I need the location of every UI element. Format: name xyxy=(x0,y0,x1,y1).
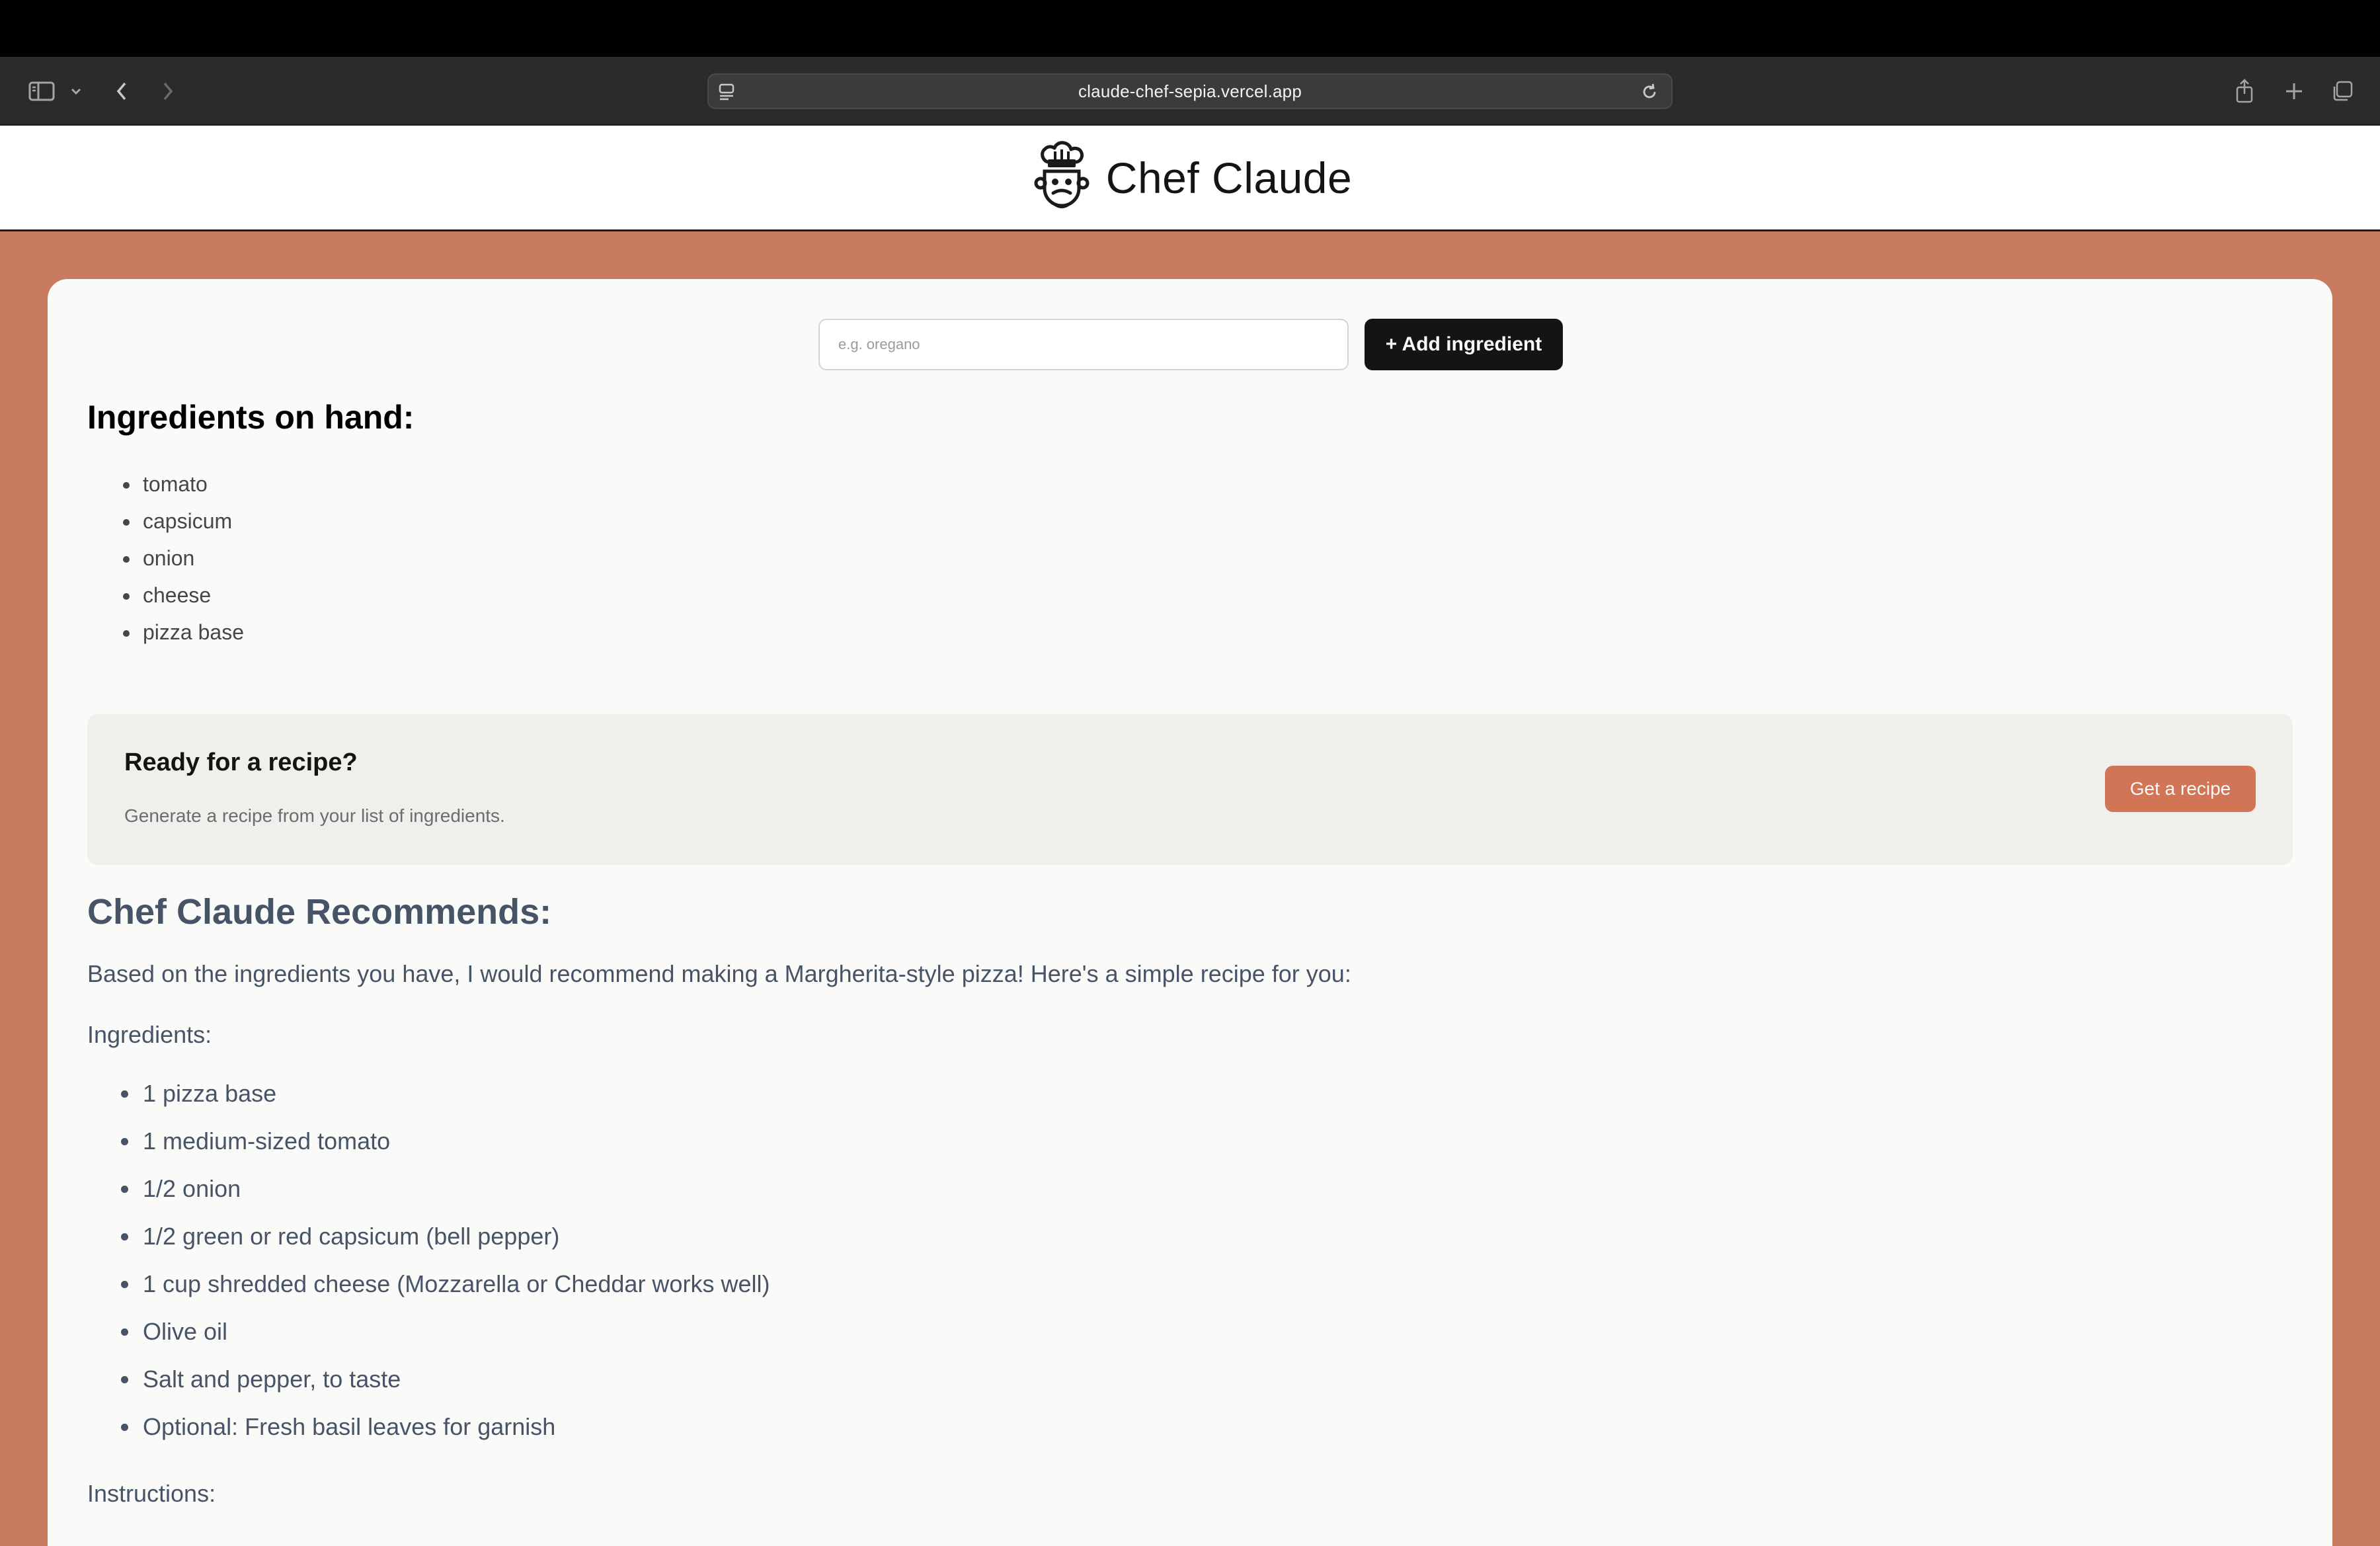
ingredient-input[interactable] xyxy=(818,319,1349,370)
recipe-ingredient-item: Olive oil xyxy=(140,1308,770,1356)
recipe-ingredient-item: 1 cup shredded cheese (Mozzarella or Che… xyxy=(140,1260,770,1308)
ingredient-item: onion xyxy=(140,540,244,577)
chef-hat-face-icon xyxy=(1034,140,1090,208)
ingredient-item: tomato xyxy=(140,466,244,503)
cta-subtitle: Generate a recipe from your list of ingr… xyxy=(124,805,505,826)
app-header: Chef Claude xyxy=(0,126,2380,231)
share-icon[interactable] xyxy=(2228,57,2261,126)
ingredient-item: capsicum xyxy=(140,503,244,540)
app-title: Chef Claude xyxy=(1105,153,1353,202)
ingredients-heading: Ingredients on hand: xyxy=(87,399,415,436)
get-recipe-button[interactable]: Get a recipe xyxy=(2105,766,2256,812)
recipe-ingredient-item: Salt and pepper, to taste xyxy=(140,1356,770,1403)
new-tab-icon[interactable] xyxy=(2278,57,2311,126)
chevron-down-icon[interactable] xyxy=(66,57,86,126)
cta-title: Ready for a recipe? xyxy=(124,749,358,776)
menu-bar xyxy=(0,0,2380,57)
recipe-instructions-label: Instructions: xyxy=(87,1480,216,1507)
brand: Chef Claude xyxy=(1028,140,1352,216)
reload-icon[interactable] xyxy=(1640,82,1659,105)
address-bar[interactable]: claude-chef-sepia.vercel.app xyxy=(707,73,1673,109)
recipe-ingredient-item: 1/2 onion xyxy=(140,1165,770,1213)
recipe-ingredient-item: 1 pizza base xyxy=(140,1070,770,1118)
get-recipe-panel: Ready for a recipe? Generate a recipe fr… xyxy=(87,714,2293,865)
main-card: + Add ingredient Ingredients on hand: to… xyxy=(48,279,2332,1546)
ingredient-item: cheese xyxy=(140,577,244,614)
sidebar-icon[interactable] xyxy=(25,57,58,126)
url-text[interactable]: claude-chef-sepia.vercel.app xyxy=(1078,81,1302,102)
recipe-ingredient-item: 1 medium-sized tomato xyxy=(140,1118,770,1165)
recipe-ingredient-item: Optional: Fresh basil leaves for garnish xyxy=(140,1403,770,1451)
add-ingredient-form: + Add ingredient xyxy=(818,319,1563,370)
ingredients-list: tomato capsicum onion cheese pizza base xyxy=(140,466,244,651)
page-menu-icon[interactable] xyxy=(718,81,736,104)
recipe-ingredients-list: 1 pizza base 1 medium-sized tomato 1/2 o… xyxy=(140,1070,770,1451)
add-ingredient-button[interactable]: + Add ingredient xyxy=(1365,319,1563,370)
recipe-intro: Based on the ingredients you have, I wou… xyxy=(87,960,1351,987)
recipe-heading: Chef Claude Recommends: xyxy=(87,892,552,932)
forward-arrow-icon[interactable] xyxy=(155,57,181,126)
tab-overview-icon[interactable] xyxy=(2326,57,2359,126)
recipe-ingredients-label: Ingredients: xyxy=(87,1021,212,1048)
ingredient-item: pizza base xyxy=(140,614,244,651)
recipe-ingredient-item: 1/2 green or red capsicum (bell pepper) xyxy=(140,1213,770,1260)
back-arrow-icon[interactable] xyxy=(108,57,135,126)
